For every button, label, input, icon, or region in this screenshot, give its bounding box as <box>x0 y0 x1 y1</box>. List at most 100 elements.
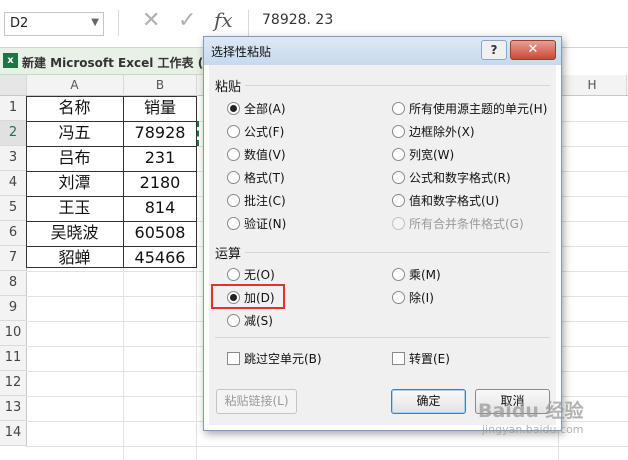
section-divider <box>245 252 550 253</box>
row-header[interactable]: 4 <box>0 171 27 196</box>
checkbox-label: 跳过空单元(B) <box>244 352 322 366</box>
enter-formula-icon[interactable]: ✓ <box>178 8 196 33</box>
cell-name[interactable]: 吕布 <box>26 146 123 170</box>
dialog-title: 选择性粘贴 <box>211 45 272 59</box>
row-header[interactable]: 8 <box>0 271 27 296</box>
cell-value[interactable]: 78928 <box>124 121 196 145</box>
radio-label: 乘(M) <box>409 268 441 282</box>
name-box[interactable]: D2 ▼ <box>4 12 104 36</box>
radio-paste-source-theme[interactable]: 所有使用源主题的单元(H) <box>392 99 552 119</box>
help-button[interactable]: ? <box>481 40 507 60</box>
radio-op-none[interactable]: 无(O) <box>227 265 387 285</box>
radio-icon <box>227 171 240 184</box>
radio-paste-values[interactable]: 数值(V) <box>227 145 387 165</box>
row-header[interactable]: 10 <box>0 321 27 346</box>
column-header-b[interactable]: B <box>124 75 197 95</box>
radio-label: 验证(N) <box>244 217 287 231</box>
workbook-title: 新建 Microsoft Excel 工作表 (2) <box>22 56 218 70</box>
radio-paste-validation[interactable]: 验证(N) <box>227 214 387 234</box>
column-header-a[interactable]: A <box>26 75 124 95</box>
radio-icon <box>392 268 405 281</box>
row-header[interactable]: 3 <box>0 146 27 171</box>
radio-paste-all[interactable]: 全部(A) <box>227 99 387 119</box>
row-header[interactable]: 6 <box>0 221 27 246</box>
cell-value[interactable]: 231 <box>124 146 196 170</box>
radio-op-multiply[interactable]: 乘(M) <box>392 265 552 285</box>
checkbox-label: 转置(E) <box>409 352 450 366</box>
chevron-down-icon[interactable]: ▼ <box>91 17 99 28</box>
radio-paste-except-borders[interactable]: 边框除外(X) <box>392 122 552 142</box>
radio-paste-formulas[interactable]: 公式(F) <box>227 122 387 142</box>
radio-label: 边框除外(X) <box>409 125 475 139</box>
radio-icon <box>227 194 240 207</box>
radio-label: 格式(T) <box>244 171 285 185</box>
row-header[interactable]: 12 <box>0 371 27 396</box>
cancel-formula-icon[interactable]: ✕ <box>142 8 160 33</box>
row-header-selected[interactable]: 2 <box>0 121 27 146</box>
radio-label: 全部(A) <box>244 102 286 116</box>
watermark-url: jingyan.baidu.com <box>482 423 584 436</box>
row-header[interactable]: 13 <box>0 396 27 421</box>
insert-function-icon[interactable]: fx <box>214 8 233 32</box>
radio-icon <box>392 102 405 115</box>
radio-label: 减(S) <box>244 314 273 328</box>
column-header-h[interactable]: H <box>558 75 627 95</box>
row-header[interactable]: 11 <box>0 346 27 371</box>
cell-name[interactable]: 刘潭 <box>26 171 123 195</box>
formula-bar-divider <box>118 10 119 36</box>
ok-button[interactable]: 确定 <box>391 389 466 414</box>
radio-paste-formats[interactable]: 格式(T) <box>227 168 387 188</box>
radio-paste-column-widths[interactable]: 列宽(W) <box>392 145 552 165</box>
radio-label: 无(O) <box>244 268 275 282</box>
radio-selected-icon <box>227 102 240 115</box>
radio-paste-formulas-number-formats[interactable]: 公式和数字格式(R) <box>392 168 552 188</box>
checkbox-transpose[interactable]: 转置(E) <box>392 349 552 369</box>
radio-icon <box>392 291 405 304</box>
cell-name[interactable]: 貂蝉 <box>26 246 123 270</box>
gridline <box>26 446 628 447</box>
paste-special-dialog: 选择性粘贴 ? ✕ 粘贴 全部(A) 公式(F) 数值(V) 格式(T) 批注(… <box>203 36 562 431</box>
cell-value[interactable]: 60508 <box>124 221 196 245</box>
paste-link-button[interactable]: 粘贴链接(L) <box>216 389 297 414</box>
select-all-corner[interactable] <box>0 75 27 95</box>
highlight-box <box>211 284 285 309</box>
radio-paste-values-number-formats[interactable]: 值和数字格式(U) <box>392 191 552 211</box>
radio-icon <box>227 148 240 161</box>
section-divider <box>245 85 550 86</box>
checkbox-icon <box>227 352 240 365</box>
radio-label: 数值(V) <box>244 148 286 162</box>
radio-label: 公式(F) <box>244 125 285 139</box>
watermark-logo: Baidu 经验 <box>478 400 584 422</box>
excel-icon: x <box>3 53 18 68</box>
cell-value[interactable]: 814 <box>124 196 196 220</box>
row-header[interactable]: 5 <box>0 196 27 221</box>
radio-label: 所有合并条件格式(G) <box>409 217 524 231</box>
radio-label: 值和数字格式(U) <box>409 194 500 208</box>
cell-name[interactable]: 王玉 <box>26 196 123 220</box>
radio-icon <box>227 268 240 281</box>
radio-icon <box>392 171 405 184</box>
cell-name[interactable]: 冯五 <box>26 121 123 145</box>
row-header[interactable]: 14 <box>0 421 27 446</box>
row-header[interactable]: 9 <box>0 296 27 321</box>
row-header[interactable]: 7 <box>0 246 27 271</box>
radio-icon <box>227 314 240 327</box>
radio-icon <box>227 125 240 138</box>
radio-paste-comments[interactable]: 批注(C) <box>227 191 387 211</box>
radio-op-divide[interactable]: 除(I) <box>392 288 552 308</box>
section-divider <box>215 337 550 338</box>
cell-b1[interactable]: 销量 <box>124 96 196 120</box>
cell-value[interactable]: 2180 <box>124 171 196 195</box>
close-button[interactable]: ✕ <box>510 40 556 60</box>
formula-input[interactable]: 78928. 23 <box>262 12 333 28</box>
row-header[interactable]: 1 <box>0 96 27 121</box>
radio-label: 列宽(W) <box>409 148 455 162</box>
dialog-titlebar[interactable]: 选择性粘贴 ? ✕ <box>204 37 561 65</box>
cell-name[interactable]: 吴晓波 <box>26 221 123 245</box>
radio-op-subtract[interactable]: 减(S) <box>227 311 387 331</box>
checkbox-icon <box>392 352 405 365</box>
cell-value[interactable]: 45466 <box>124 246 196 270</box>
cell-a1[interactable]: 名称 <box>26 96 123 120</box>
workbook-tab[interactable]: x 新建 Microsoft Excel 工作表 (2) <box>0 48 217 75</box>
checkbox-skip-blanks[interactable]: 跳过空单元(B) <box>227 349 387 369</box>
